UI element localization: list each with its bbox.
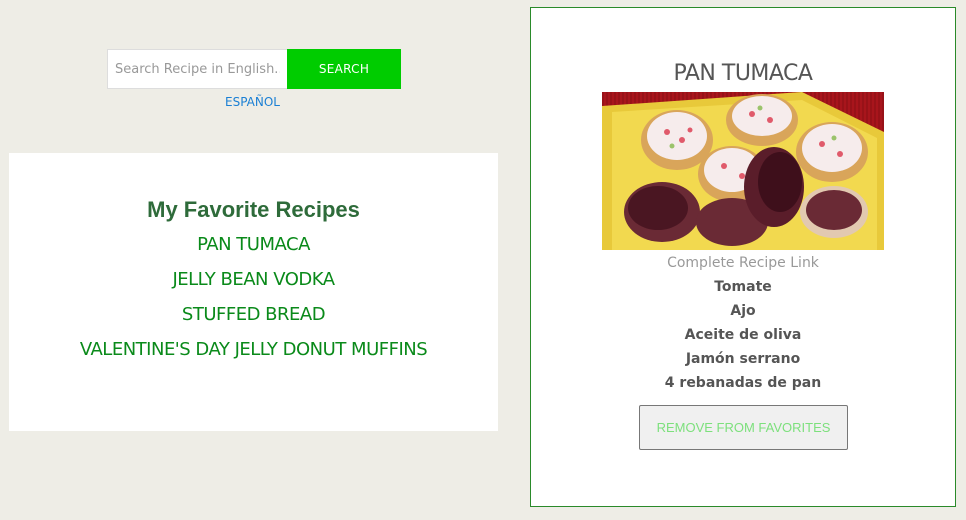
ingredient-item: Aceite de oliva — [684, 327, 802, 343]
favorite-item-pan-tumaca[interactable]: PAN TUMACA — [9, 233, 498, 268]
remove-from-favorites-button[interactable]: REMOVE FROM FAVORITES — [639, 405, 848, 450]
favorite-item-valentines-muffins[interactable]: VALENTINE'S DAY JELLY DONUT MUFFINS — [9, 338, 498, 373]
search-input[interactable] — [107, 49, 287, 89]
favorites-list: PAN TUMACA JELLY BEAN VODKA STUFFED BREA… — [9, 233, 498, 373]
ingredient-item: 4 rebanadas de pan — [664, 375, 822, 391]
ingredient-list: Tomate Ajo Aceite de oliva Jamón serrano… — [531, 278, 955, 398]
favorite-item-stuffed-bread[interactable]: STUFFED BREAD — [9, 303, 498, 338]
complete-recipe-link[interactable]: Complete Recipe Link — [531, 255, 955, 271]
favorites-title: My Favorite Recipes — [147, 197, 360, 222]
search-bar: SEARCH — [107, 49, 401, 89]
ingredient-item: Tomate — [714, 279, 772, 295]
language-switch-link[interactable]: ESPAÑOL — [225, 95, 280, 109]
recipe-image-illustration — [602, 92, 884, 250]
search-button[interactable]: SEARCH — [287, 49, 401, 89]
recipe-detail-panel: PAN TUMACA Complete Recipe Link Tomate A… — [530, 7, 956, 507]
favorite-item-jelly-bean-vodka[interactable]: JELLY BEAN VODKA — [9, 268, 498, 303]
recipe-image — [602, 92, 884, 250]
favorites-panel: My Favorite Recipes PAN TUMACA JELLY BEA… — [9, 153, 498, 431]
ingredient-item: Ajo — [730, 303, 756, 319]
recipe-title: PAN TUMACA — [673, 61, 813, 86]
ingredient-item: Jamón serrano — [685, 351, 801, 367]
